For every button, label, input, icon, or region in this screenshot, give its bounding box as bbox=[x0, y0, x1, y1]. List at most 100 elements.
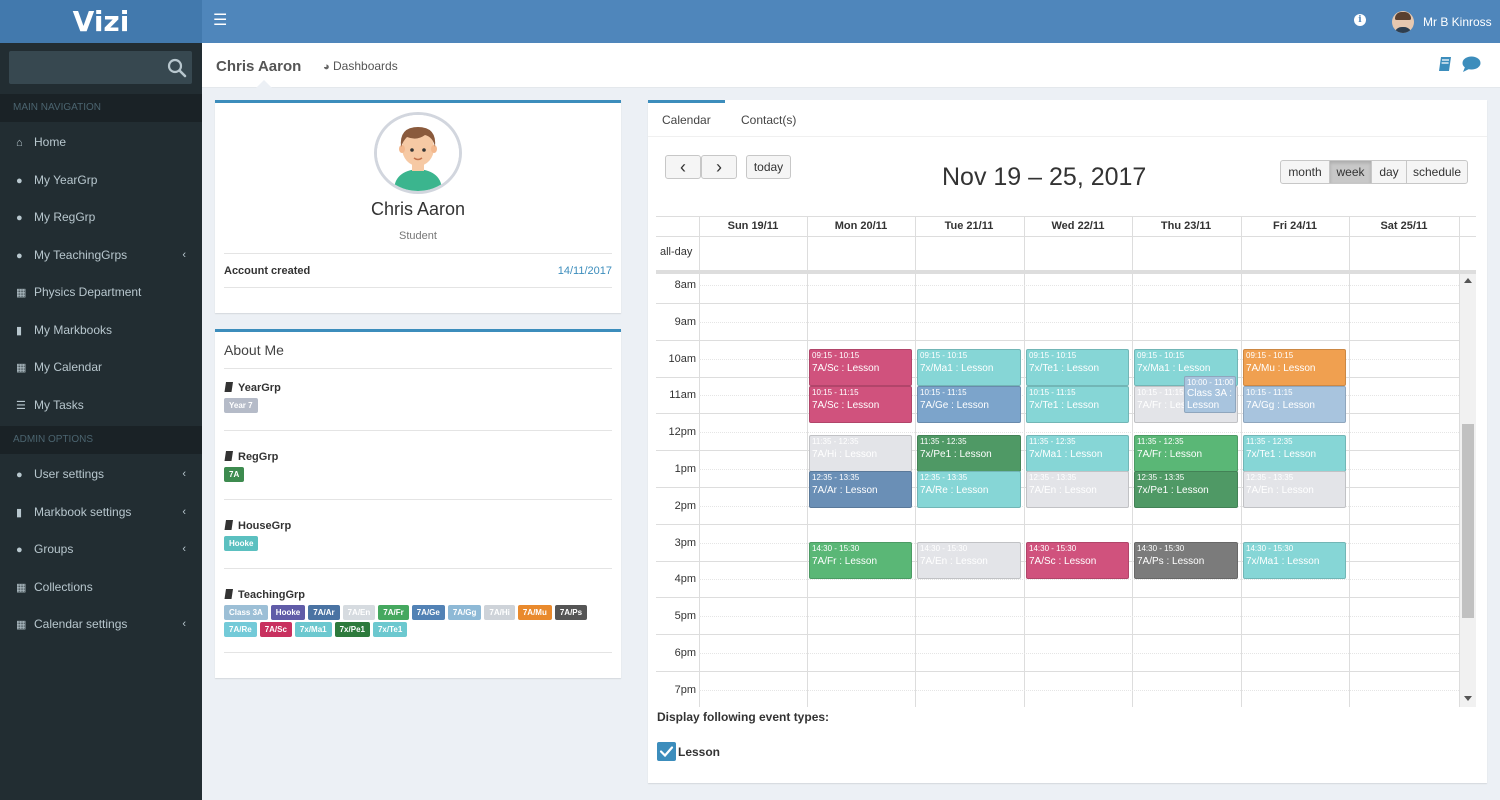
event-time: 14:30 - 15:30 bbox=[1246, 544, 1294, 553]
collections-icon: ▦ bbox=[16, 582, 27, 594]
calendar-panel: Calendar Contact(s) ‹ › today Nov 19 – 2… bbox=[648, 100, 1487, 783]
event-title: 7A/Sc : Lesson bbox=[812, 400, 880, 411]
calendar-event[interactable]: 14:30 - 15:30 7A/Fr : Lesson bbox=[809, 542, 912, 579]
sidebar-item-my-teachinggrps[interactable]: ● My TeachingGrps ‹ bbox=[0, 237, 202, 274]
calendar-grid: Sun 19/11 Mon 20/11 Tue 21/11 Wed 22/11 … bbox=[656, 216, 1476, 707]
time-label: 1pm bbox=[674, 463, 696, 475]
event-title: 7A/En : Lesson bbox=[920, 556, 988, 567]
info-icon[interactable]: i bbox=[1354, 14, 1366, 26]
comment-icon[interactable] bbox=[1462, 56, 1481, 72]
sidebar-item-collections[interactable]: ▦ Collections bbox=[0, 569, 202, 606]
scroll-down-arrow[interactable] bbox=[1464, 696, 1472, 701]
view-month-button[interactable]: month bbox=[1280, 160, 1330, 184]
tab-contacts[interactable]: Contact(s) bbox=[727, 100, 810, 137]
calendar-event[interactable]: 11:35 - 12:35 7x/Te1 : Lesson bbox=[1243, 435, 1346, 472]
sidebar-item-user-settings[interactable]: ● User settings ‹ bbox=[0, 456, 202, 493]
nav-header-main: MAIN NAVIGATION bbox=[0, 94, 202, 122]
book-icon[interactable] bbox=[1438, 56, 1452, 72]
prev-button[interactable]: ‹ bbox=[665, 155, 701, 179]
sidebar-item-my-reggrp[interactable]: ● My RegGrp bbox=[0, 199, 202, 236]
divider bbox=[224, 568, 612, 569]
tag: 7A bbox=[224, 467, 245, 482]
calendar-event[interactable]: 09:15 - 10:15 7x/Ma1 : Lesson bbox=[917, 349, 1021, 386]
chevron-left-icon: ‹ bbox=[182, 506, 186, 518]
calendar-event[interactable]: 11:35 - 12:35 7A/Fr : Lesson bbox=[1134, 435, 1238, 472]
book-icon: ▮ bbox=[16, 507, 23, 519]
calendar-event[interactable]: 10:15 - 11:15 7A/Ge : Lesson bbox=[917, 386, 1021, 423]
view-day-button[interactable]: day bbox=[1371, 160, 1407, 184]
calendar-event[interactable]: 11:35 - 12:35 7x/Ma1 : Lesson bbox=[1026, 435, 1129, 472]
day-header: Tue 21/11 bbox=[944, 220, 994, 232]
profile-name: Chris Aaron bbox=[370, 199, 466, 219]
sidebar-item-my-yeargrp[interactable]: ● My YearGrp bbox=[0, 162, 202, 199]
calendar-event[interactable]: 12:35 - 13:35 7A/En : Lesson bbox=[1026, 471, 1129, 508]
calendar-event[interactable]: 12:35 - 13:35 7A/Re : Lesson bbox=[917, 471, 1021, 508]
sidebar-item-home[interactable]: ⌂ Home bbox=[0, 124, 202, 161]
app-logo[interactable]: Vizi bbox=[0, 0, 202, 43]
view-schedule-button[interactable]: schedule bbox=[1406, 160, 1468, 184]
sidebar-item-my-calendar[interactable]: ▦ My Calendar bbox=[0, 349, 202, 386]
event-title: 7A/Fr : Lesson bbox=[1137, 449, 1203, 460]
divider bbox=[224, 430, 612, 431]
scrollbar[interactable] bbox=[1460, 274, 1476, 707]
calendar-event[interactable]: 10:15 - 11:15 7A/Gg : Lesson bbox=[1243, 386, 1346, 423]
event-time: 11:35 - 12:35 bbox=[920, 437, 967, 446]
scroll-up-arrow[interactable] bbox=[1464, 278, 1472, 283]
calendar-event[interactable]: 14:30 - 15:30 7A/En : Lesson bbox=[917, 542, 1021, 579]
view-week-button[interactable]: week bbox=[1329, 160, 1372, 184]
scrollbar-thumb[interactable] bbox=[1462, 424, 1474, 618]
sidebar-item-groups[interactable]: ● Groups ‹ bbox=[0, 531, 202, 568]
search-icon[interactable] bbox=[167, 58, 187, 78]
sidebar-item-my-markbooks[interactable]: ▮ My Markbooks bbox=[0, 312, 202, 349]
day-header: Thu 23/11 bbox=[1160, 220, 1212, 232]
book-icon bbox=[224, 382, 233, 392]
tag-row: Year 7 bbox=[224, 398, 614, 413]
event-time: 12:35 - 13:35 bbox=[920, 473, 968, 482]
sidebar-item-calendar-settings[interactable]: ▦ Calendar settings ‹ bbox=[0, 606, 202, 643]
calendar-event[interactable]: 10:15 - 11:15 7x/Te1 : Lesson bbox=[1026, 386, 1129, 423]
event-title: 7x/Pe1 : Lesson bbox=[1137, 485, 1209, 496]
calendar-event[interactable]: 11:35 - 12:35 7A/Hi : Lesson bbox=[809, 435, 912, 472]
calendar-event[interactable]: 12:35 - 13:35 7x/Pe1 : Lesson bbox=[1134, 471, 1238, 508]
calendar-event[interactable]: 09:15 - 10:15 7A/Sc : Lesson bbox=[809, 349, 912, 386]
calendar-event[interactable]: 14:30 - 15:30 7A/Ps : Lesson bbox=[1134, 542, 1238, 579]
calendar-event[interactable]: 12:35 - 13:35 7A/En : Lesson bbox=[1243, 471, 1346, 508]
event-title: 7A/Gg : Lesson bbox=[1246, 400, 1315, 411]
sidebar-item-markbook-settings[interactable]: ▮ Markbook settings ‹ bbox=[0, 494, 202, 531]
calendar-event[interactable]: 14:30 - 15:30 7A/Sc : Lesson bbox=[1026, 542, 1129, 579]
event-time: 09:15 - 10:15 bbox=[1137, 351, 1185, 360]
today-button[interactable]: today bbox=[746, 155, 791, 179]
event-time: 12:35 - 13:35 bbox=[1137, 473, 1185, 482]
user-menu[interactable]: Mr B Kinross bbox=[1392, 11, 1492, 33]
tag: 7A/Gg bbox=[447, 605, 482, 620]
lesson-checkbox[interactable] bbox=[657, 742, 676, 761]
calendar-event[interactable]: 10:15 - 11:15 7A/Sc : Lesson bbox=[809, 386, 912, 423]
next-button[interactable]: › bbox=[701, 155, 737, 179]
tab-calendar[interactable]: Calendar bbox=[648, 100, 725, 137]
calendar-event[interactable]: 10:00 - 11:00 Class 3A : Lesson bbox=[1184, 376, 1236, 413]
sidebar: MAIN NAVIGATION ⌂ Home ● My YearGrp ● My Re… bbox=[0, 43, 202, 800]
event-time: 10:15 - 11:15 bbox=[1246, 388, 1293, 397]
dashboards-link[interactable]: ◕ Dashboards bbox=[323, 59, 398, 73]
search-input[interactable] bbox=[9, 51, 164, 84]
calendar-event[interactable]: 09:15 - 10:15 7A/Mu : Lesson bbox=[1243, 349, 1346, 386]
event-title: 7x/Ma1 : Lesson bbox=[1137, 363, 1211, 374]
day-header: Fri 24/11 bbox=[1272, 220, 1318, 232]
calendar-event[interactable]: 14:30 - 15:30 7x/Ma1 : Lesson bbox=[1243, 542, 1346, 579]
time-label: 10am bbox=[668, 353, 696, 365]
calendar-event[interactable]: 12:35 - 13:35 7A/Ar : Lesson bbox=[809, 471, 912, 508]
lesson-label: Lesson bbox=[678, 745, 721, 759]
tasks-icon: ☰ bbox=[16, 400, 26, 412]
calendar-icon: ▦ bbox=[16, 362, 27, 374]
users-icon: ● bbox=[16, 175, 23, 187]
calendar-event[interactable]: 11:35 - 12:35 7x/Pe1 : Lesson bbox=[917, 435, 1021, 472]
sidebar-item-physics-department[interactable]: ▦ Physics Department bbox=[0, 274, 202, 311]
about-section-reggrp: RegGrp bbox=[224, 451, 278, 463]
calendar-event[interactable]: 09:15 - 10:15 7x/Te1 : Lesson bbox=[1026, 349, 1129, 386]
users-icon: ● bbox=[16, 544, 23, 556]
profile-role: Student bbox=[399, 230, 437, 242]
account-created-value[interactable]: 14/11/2017 bbox=[558, 265, 612, 277]
sidebar-item-my-tasks[interactable]: ☰ My Tasks bbox=[0, 387, 202, 424]
event-time: 12:35 - 13:35 bbox=[1246, 473, 1294, 482]
menu-icon[interactable]: ☰ bbox=[213, 13, 227, 29]
